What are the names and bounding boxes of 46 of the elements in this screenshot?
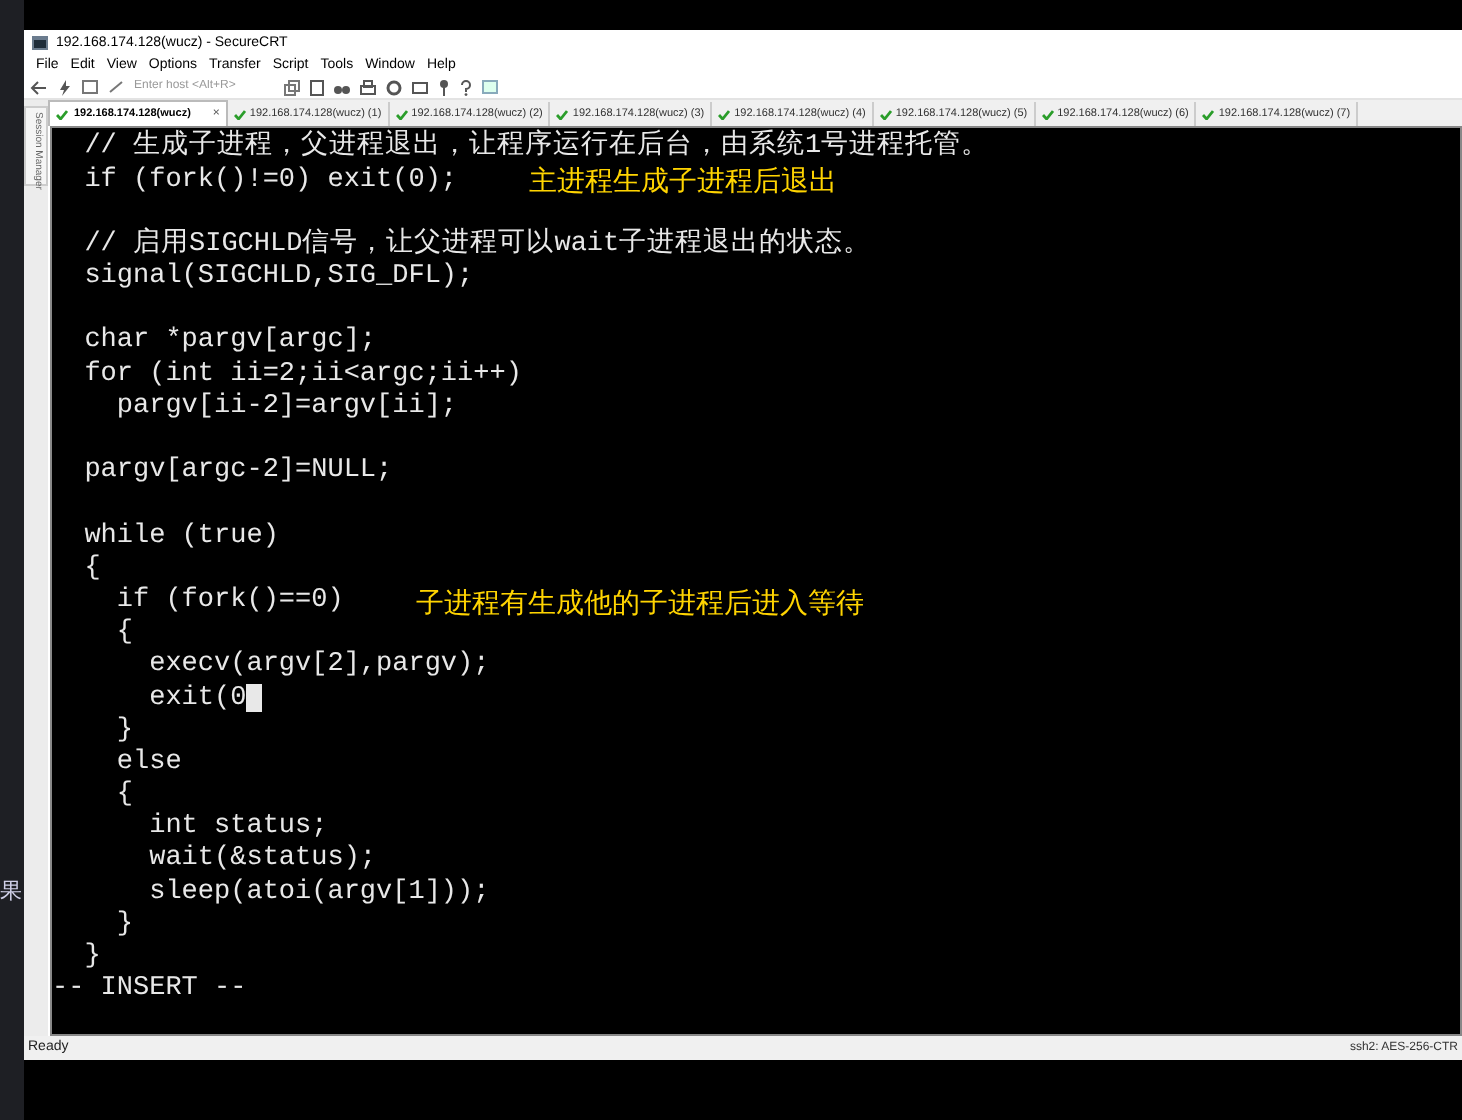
copy-icon[interactable] (284, 79, 300, 95)
desktop-text: 果 (0, 878, 22, 908)
code-line: while (true) (82, 523, 279, 551)
check-icon (556, 109, 569, 119)
code-line: char *pargv[argc]; (82, 328, 377, 356)
code-line: { (114, 620, 134, 648)
code-line: pargv[ii-2]=argv[ii]; (114, 393, 458, 421)
code-line: pargv[argc-2]=NULL; (82, 458, 393, 486)
code-line: execv(argv[2],pargv); (147, 652, 490, 680)
code-line: } (114, 717, 134, 745)
check-icon (718, 109, 731, 119)
annotation-text: 子进程有生成他的子进程后进入等待 (415, 587, 864, 616)
keyboard-icon[interactable] (412, 81, 428, 93)
code-line: { (82, 555, 101, 583)
window-icon[interactable] (82, 80, 98, 94)
code-line: if (fork()!=0) exit(0); (82, 167, 458, 195)
code-line: } (82, 944, 101, 972)
code-line: } (114, 911, 134, 939)
code-line: if (fork()==0) (114, 587, 344, 615)
check-icon (1202, 109, 1215, 119)
code-line: sleep(atoi(argv[1])); (147, 879, 490, 907)
code-line: { (114, 782, 134, 810)
check-icon (395, 109, 408, 119)
code-line: int status; (147, 814, 328, 842)
lightning-icon[interactable] (58, 79, 72, 95)
code-line: // 生成子进程，父进程退出，让程序运行在后台，由系统1号进程托管。 (82, 134, 990, 162)
code-line: // 启用SIGCHLD信号，让父进程可以wait子进程退出的状态。 (82, 231, 872, 259)
check-icon (56, 109, 68, 119)
help-icon[interactable] (460, 79, 472, 95)
code-line: else (114, 749, 182, 777)
code-line: for (int ii=2;ii<argc;ii++) (82, 361, 522, 389)
printer-icon[interactable] (360, 79, 376, 95)
code-line: exit(0 (147, 685, 247, 713)
check-icon (1041, 109, 1054, 119)
annotation-text: 主进程生成子进程后退出 (529, 166, 838, 195)
connect-icon[interactable] (30, 79, 48, 95)
app-icon (32, 35, 48, 49)
key-icon[interactable] (438, 79, 450, 95)
code-line: -- INSERT -- (52, 976, 247, 1004)
paste-icon[interactable] (310, 79, 324, 95)
check-icon (233, 109, 246, 119)
gear-icon[interactable] (386, 79, 402, 95)
binoculars-icon[interactable] (334, 80, 350, 94)
code-line: wait(&status); (147, 846, 377, 874)
code-line: signal(SIGCHLD,SIG_DFL); (82, 264, 474, 292)
check-icon (879, 109, 892, 119)
